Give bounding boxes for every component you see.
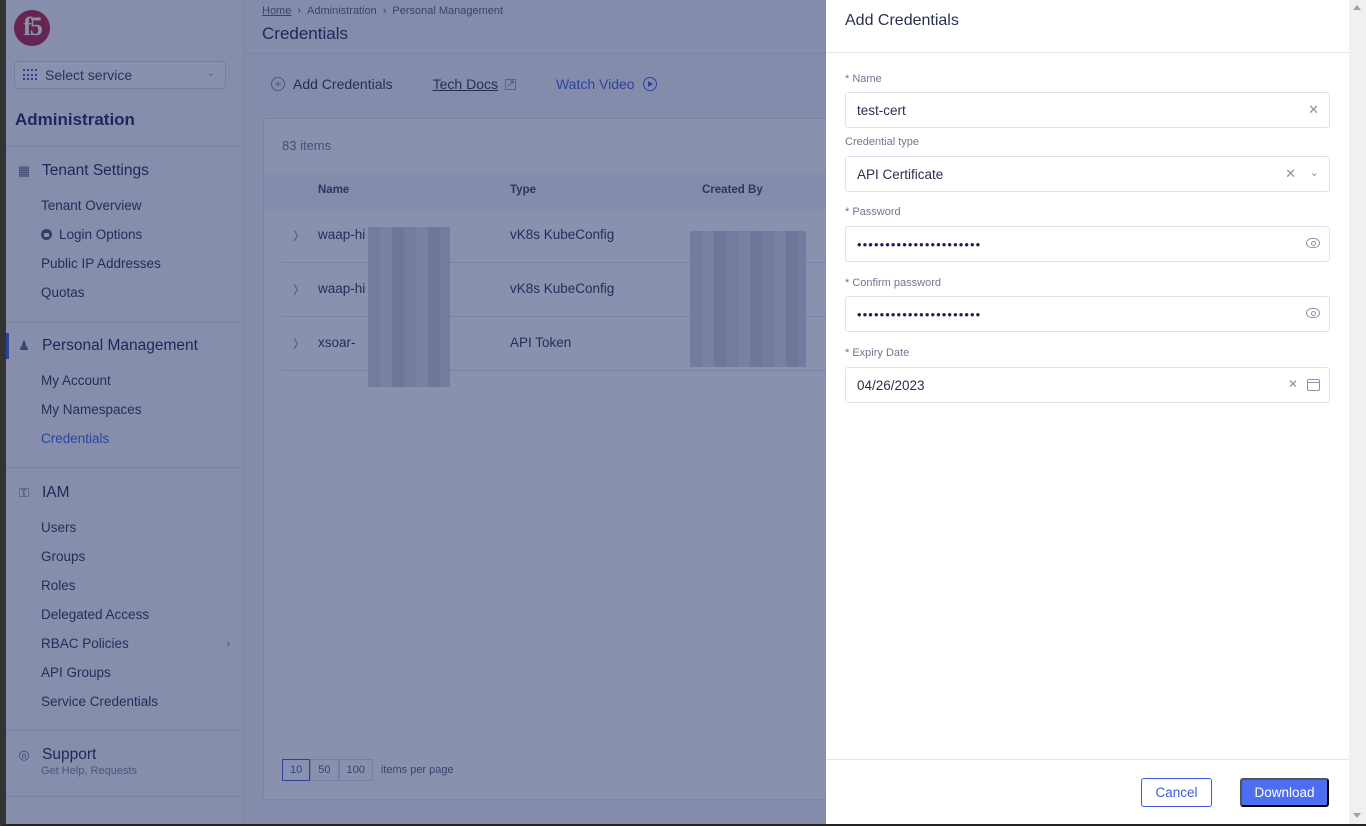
- credential-type-select[interactable]: API Certificate ✕ ⌄: [845, 156, 1330, 192]
- clear-icon[interactable]: ✕: [1308, 102, 1319, 118]
- modal-backdrop[interactable]: [6, 0, 826, 824]
- expiry-date-value: 04/26/2023: [857, 377, 925, 393]
- scrollbar[interactable]: [1349, 0, 1366, 824]
- name-field[interactable]: test-cert ✕: [845, 92, 1330, 128]
- clear-icon[interactable]: ✕: [1288, 377, 1298, 391]
- eye-icon[interactable]: [1306, 308, 1320, 318]
- divider: [826, 759, 1349, 760]
- chevron-down-icon[interactable]: ⌄: [1310, 166, 1319, 179]
- eye-icon[interactable]: [1306, 238, 1320, 248]
- clear-icon[interactable]: ✕: [1285, 166, 1296, 182]
- confirm-password-field[interactable]: ••••••••••••••••••••••: [845, 296, 1330, 332]
- divider: [826, 52, 1349, 53]
- expiry-date-field[interactable]: 04/26/2023 ✕: [845, 367, 1330, 403]
- drawer-title: Add Credentials: [845, 12, 959, 29]
- confirm-password-value: ••••••••••••••••••••••: [857, 306, 982, 322]
- name-label: * Name: [845, 73, 882, 85]
- cancel-button[interactable]: Cancel: [1141, 778, 1212, 807]
- name-value: test-cert: [857, 102, 906, 118]
- password-field[interactable]: ••••••••••••••••••••••: [845, 226, 1330, 262]
- password-label: * Password: [845, 206, 901, 218]
- password-value: ••••••••••••••••••••••: [857, 236, 982, 252]
- expiry-date-label: * Expiry Date: [845, 347, 910, 359]
- scroll-up-icon[interactable]: [1353, 5, 1361, 10]
- confirm-password-label: * Confirm password: [845, 277, 941, 289]
- add-credentials-drawer: Add Credentials * Name test-cert ✕ Crede…: [826, 0, 1349, 824]
- calendar-icon[interactable]: [1307, 379, 1320, 391]
- credential-type-label: Credential type: [845, 136, 919, 148]
- download-button[interactable]: Download: [1240, 778, 1329, 807]
- scroll-down-icon[interactable]: [1353, 813, 1361, 818]
- credential-type-value: API Certificate: [857, 166, 944, 182]
